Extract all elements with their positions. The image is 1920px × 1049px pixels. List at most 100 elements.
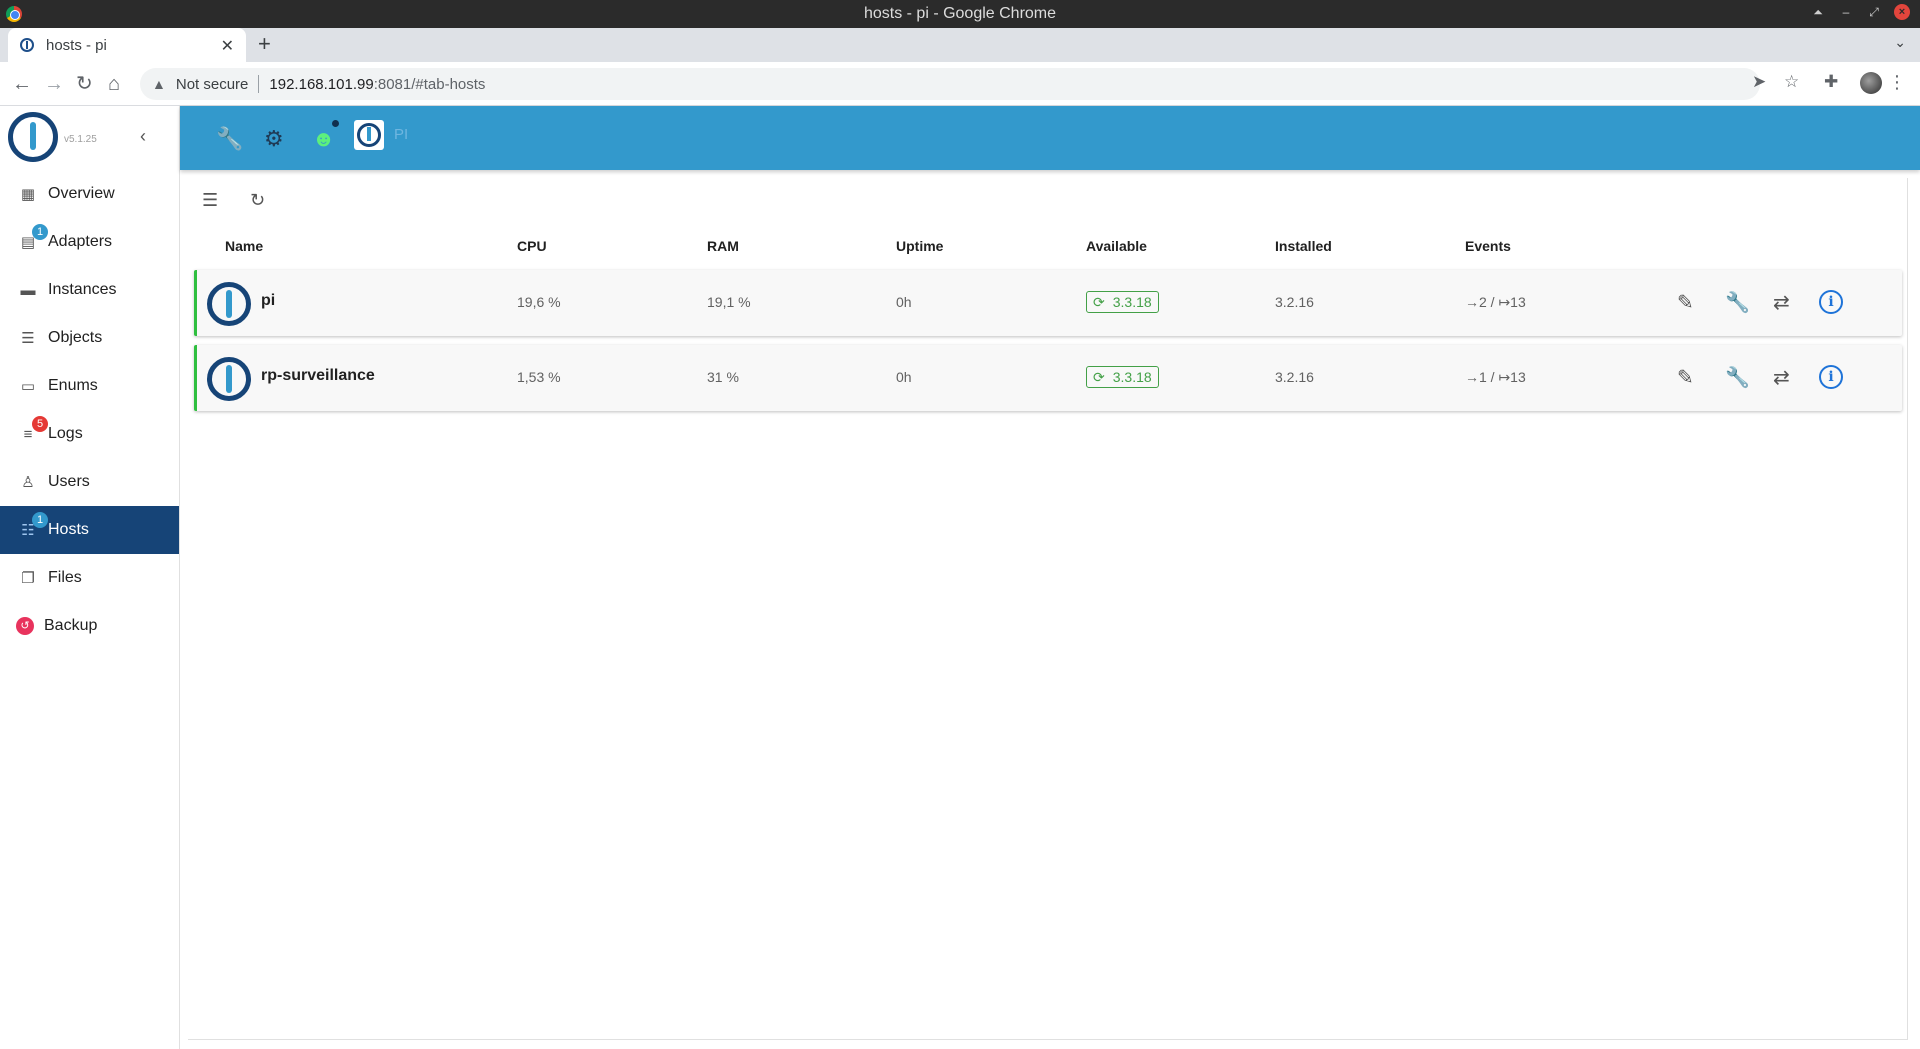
sidebar: v5.1.25 ‹ ▦ Overview ▤ 1 Adapters ▬ Inst…: [0, 106, 180, 1049]
update-available-button[interactable]: ⟳ 3.3.18: [1086, 291, 1159, 313]
sidebar-item-label: Instances: [48, 281, 117, 298]
files-icon: ❐: [21, 570, 35, 587]
host-name: pi: [261, 292, 276, 309]
new-tab-icon[interactable]: +: [258, 31, 271, 57]
collapse-sidebar-icon[interactable]: ‹: [140, 126, 146, 147]
maximize-icon[interactable]: ⤢: [1866, 5, 1882, 20]
forward-icon[interactable]: →: [44, 72, 64, 96]
host-uptime: 0h: [896, 294, 912, 310]
enums-icon: ▭: [20, 378, 36, 395]
host-row-rp-surveillance[interactable]: rp-surveillance 1,53 % 31 % 0h ⟳ 3.3.18 …: [194, 345, 1902, 411]
info-icon[interactable]: i: [1819, 365, 1843, 389]
hosts-panel: ☰ ↻ Name CPU RAM Uptime Available Instal…: [188, 178, 1908, 1040]
restart-sync-icon[interactable]: ⇄: [1773, 290, 1790, 315]
refresh-icon[interactable]: ↻: [250, 190, 265, 211]
update-refresh-icon: ⟳: [1093, 293, 1105, 310]
current-host-name: PI: [394, 126, 409, 143]
list-view-icon[interactable]: ☰: [202, 190, 218, 211]
update-refresh-icon: ⟳: [1093, 368, 1105, 385]
sidebar-item-label: Overview: [48, 185, 115, 202]
sidebar-item-logs[interactable]: ≡ 5 Logs: [0, 410, 179, 458]
host-ram: 31 %: [707, 369, 739, 385]
minimize-icon[interactable]: –: [1838, 5, 1854, 19]
host-logo-icon[interactable]: [354, 120, 384, 150]
sidebar-item-files[interactable]: ❐ Files: [0, 554, 179, 602]
keep-above-icon[interactable]: ⏶: [1810, 5, 1826, 20]
available-version: 3.3.18: [1112, 294, 1152, 310]
header-installed: Installed: [1275, 238, 1332, 254]
app-toolbar: 🔧 ⚙ ☻ PI: [180, 106, 1920, 170]
edit-pencil-icon[interactable]: ✎: [1677, 290, 1694, 315]
sidebar-item-label: Objects: [48, 329, 103, 346]
sidebar-item-label: Hosts: [48, 521, 89, 538]
sidebar-item-backup[interactable]: ↺ Backup: [0, 602, 179, 650]
tab-title: hosts - pi: [46, 36, 107, 54]
header-cpu: CPU: [517, 238, 547, 254]
header-uptime: Uptime: [896, 238, 944, 254]
iobroker-favicon-icon: [20, 38, 34, 52]
bookmark-star-icon[interactable]: ☆: [1784, 72, 1799, 92]
security-label[interactable]: Not secure: [176, 76, 249, 93]
list-icon: ☰: [21, 330, 35, 347]
sidebar-item-objects[interactable]: ☰ Objects: [0, 314, 179, 362]
host-uptime: 0h: [896, 369, 912, 385]
host-cpu: 19,6 %: [517, 294, 561, 310]
host-logo-icon: [207, 357, 251, 401]
available-version: 3.3.18: [1112, 369, 1152, 385]
theme-gear-icon[interactable]: ⚙: [264, 126, 284, 152]
extensions-icon[interactable]: ✚: [1824, 72, 1838, 92]
chrome-logo-icon: [6, 6, 22, 22]
expert-indicator-dot: [332, 120, 339, 127]
window-title: hosts - pi - Google Chrome: [863, 5, 1057, 22]
expert-mode-head-icon[interactable]: ☻: [312, 126, 335, 152]
sidebar-item-label: Logs: [48, 425, 83, 442]
sidebar-item-overview[interactable]: ▦ Overview: [0, 170, 179, 218]
host-logo-icon: [207, 282, 251, 326]
header-name: Name: [225, 238, 264, 254]
edit-pencil-icon[interactable]: ✎: [1677, 365, 1694, 390]
header-ram: RAM: [707, 238, 739, 254]
adapters-badge: 1: [32, 224, 48, 240]
sidebar-item-hosts[interactable]: ☷ 1 Hosts: [0, 506, 179, 554]
settings-wrench-icon[interactable]: 🔧: [1725, 290, 1750, 315]
wrench-icon[interactable]: 🔧: [216, 126, 243, 152]
address-separator: [258, 75, 260, 93]
user-icon: ♙: [21, 474, 35, 491]
close-window-icon[interactable]: ×: [1894, 4, 1910, 20]
profile-avatar[interactable]: [1860, 72, 1882, 94]
back-icon[interactable]: ←: [12, 72, 32, 96]
update-available-button[interactable]: ⟳ 3.3.18: [1086, 366, 1159, 388]
reload-icon[interactable]: ↻: [76, 72, 93, 96]
address-host: 192.168.101.99: [269, 75, 374, 93]
sidebar-item-users[interactable]: ♙ Users: [0, 458, 179, 506]
grid-icon: ▦: [20, 186, 36, 203]
browser-toolbar: ← → ↻ ⌂ ▲ Not secure 192.168.101.99 :808…: [0, 62, 1920, 106]
tab-search-icon[interactable]: ⌄: [1894, 34, 1906, 51]
window-controls: ⏶ – ⤢ ×: [1810, 4, 1910, 20]
browser-tab[interactable]: hosts - pi ✕: [8, 28, 246, 62]
sidebar-item-adapters[interactable]: ▤ 1 Adapters: [0, 218, 179, 266]
sidebar-item-label: Backup: [44, 617, 98, 634]
tab-strip: hosts - pi ✕ + ⌄: [0, 28, 1920, 62]
browser-menu-icon[interactable]: ⋮: [1888, 72, 1906, 93]
sidebar-item-instances[interactable]: ▬ Instances: [0, 266, 179, 314]
settings-wrench-icon[interactable]: 🔧: [1725, 365, 1750, 390]
version-label: v5.1.25: [64, 134, 97, 145]
sidebar-item-enums[interactable]: ▭ Enums: [0, 362, 179, 410]
header-available: Available: [1086, 238, 1147, 254]
instances-icon: ▬: [20, 281, 36, 299]
header-events: Events: [1465, 238, 1511, 254]
host-row-pi[interactable]: pi 19,6 % 19,1 % 0h ⟳ 3.3.18 3.2.16 →2 /…: [194, 270, 1902, 336]
window-titlebar: hosts - pi - Google Chrome ⏶ – ⤢ ×: [0, 0, 1920, 28]
restart-sync-icon[interactable]: ⇄: [1773, 365, 1790, 390]
send-icon[interactable]: ➤: [1752, 72, 1766, 92]
warning-icon[interactable]: ▲: [152, 76, 166, 92]
host-events: →2 / ↦13: [1465, 294, 1526, 310]
sidebar-item-label: Files: [48, 569, 82, 586]
address-path: :8081/#tab-hosts: [373, 75, 486, 93]
tab-close-icon[interactable]: ✕: [221, 36, 234, 56]
address-bar[interactable]: ▲ Not secure 192.168.101.99 :8081/#tab-h…: [140, 68, 1760, 100]
home-icon[interactable]: ⌂: [108, 72, 120, 96]
iobroker-logo-icon[interactable]: [8, 112, 58, 162]
info-icon[interactable]: i: [1819, 290, 1843, 314]
